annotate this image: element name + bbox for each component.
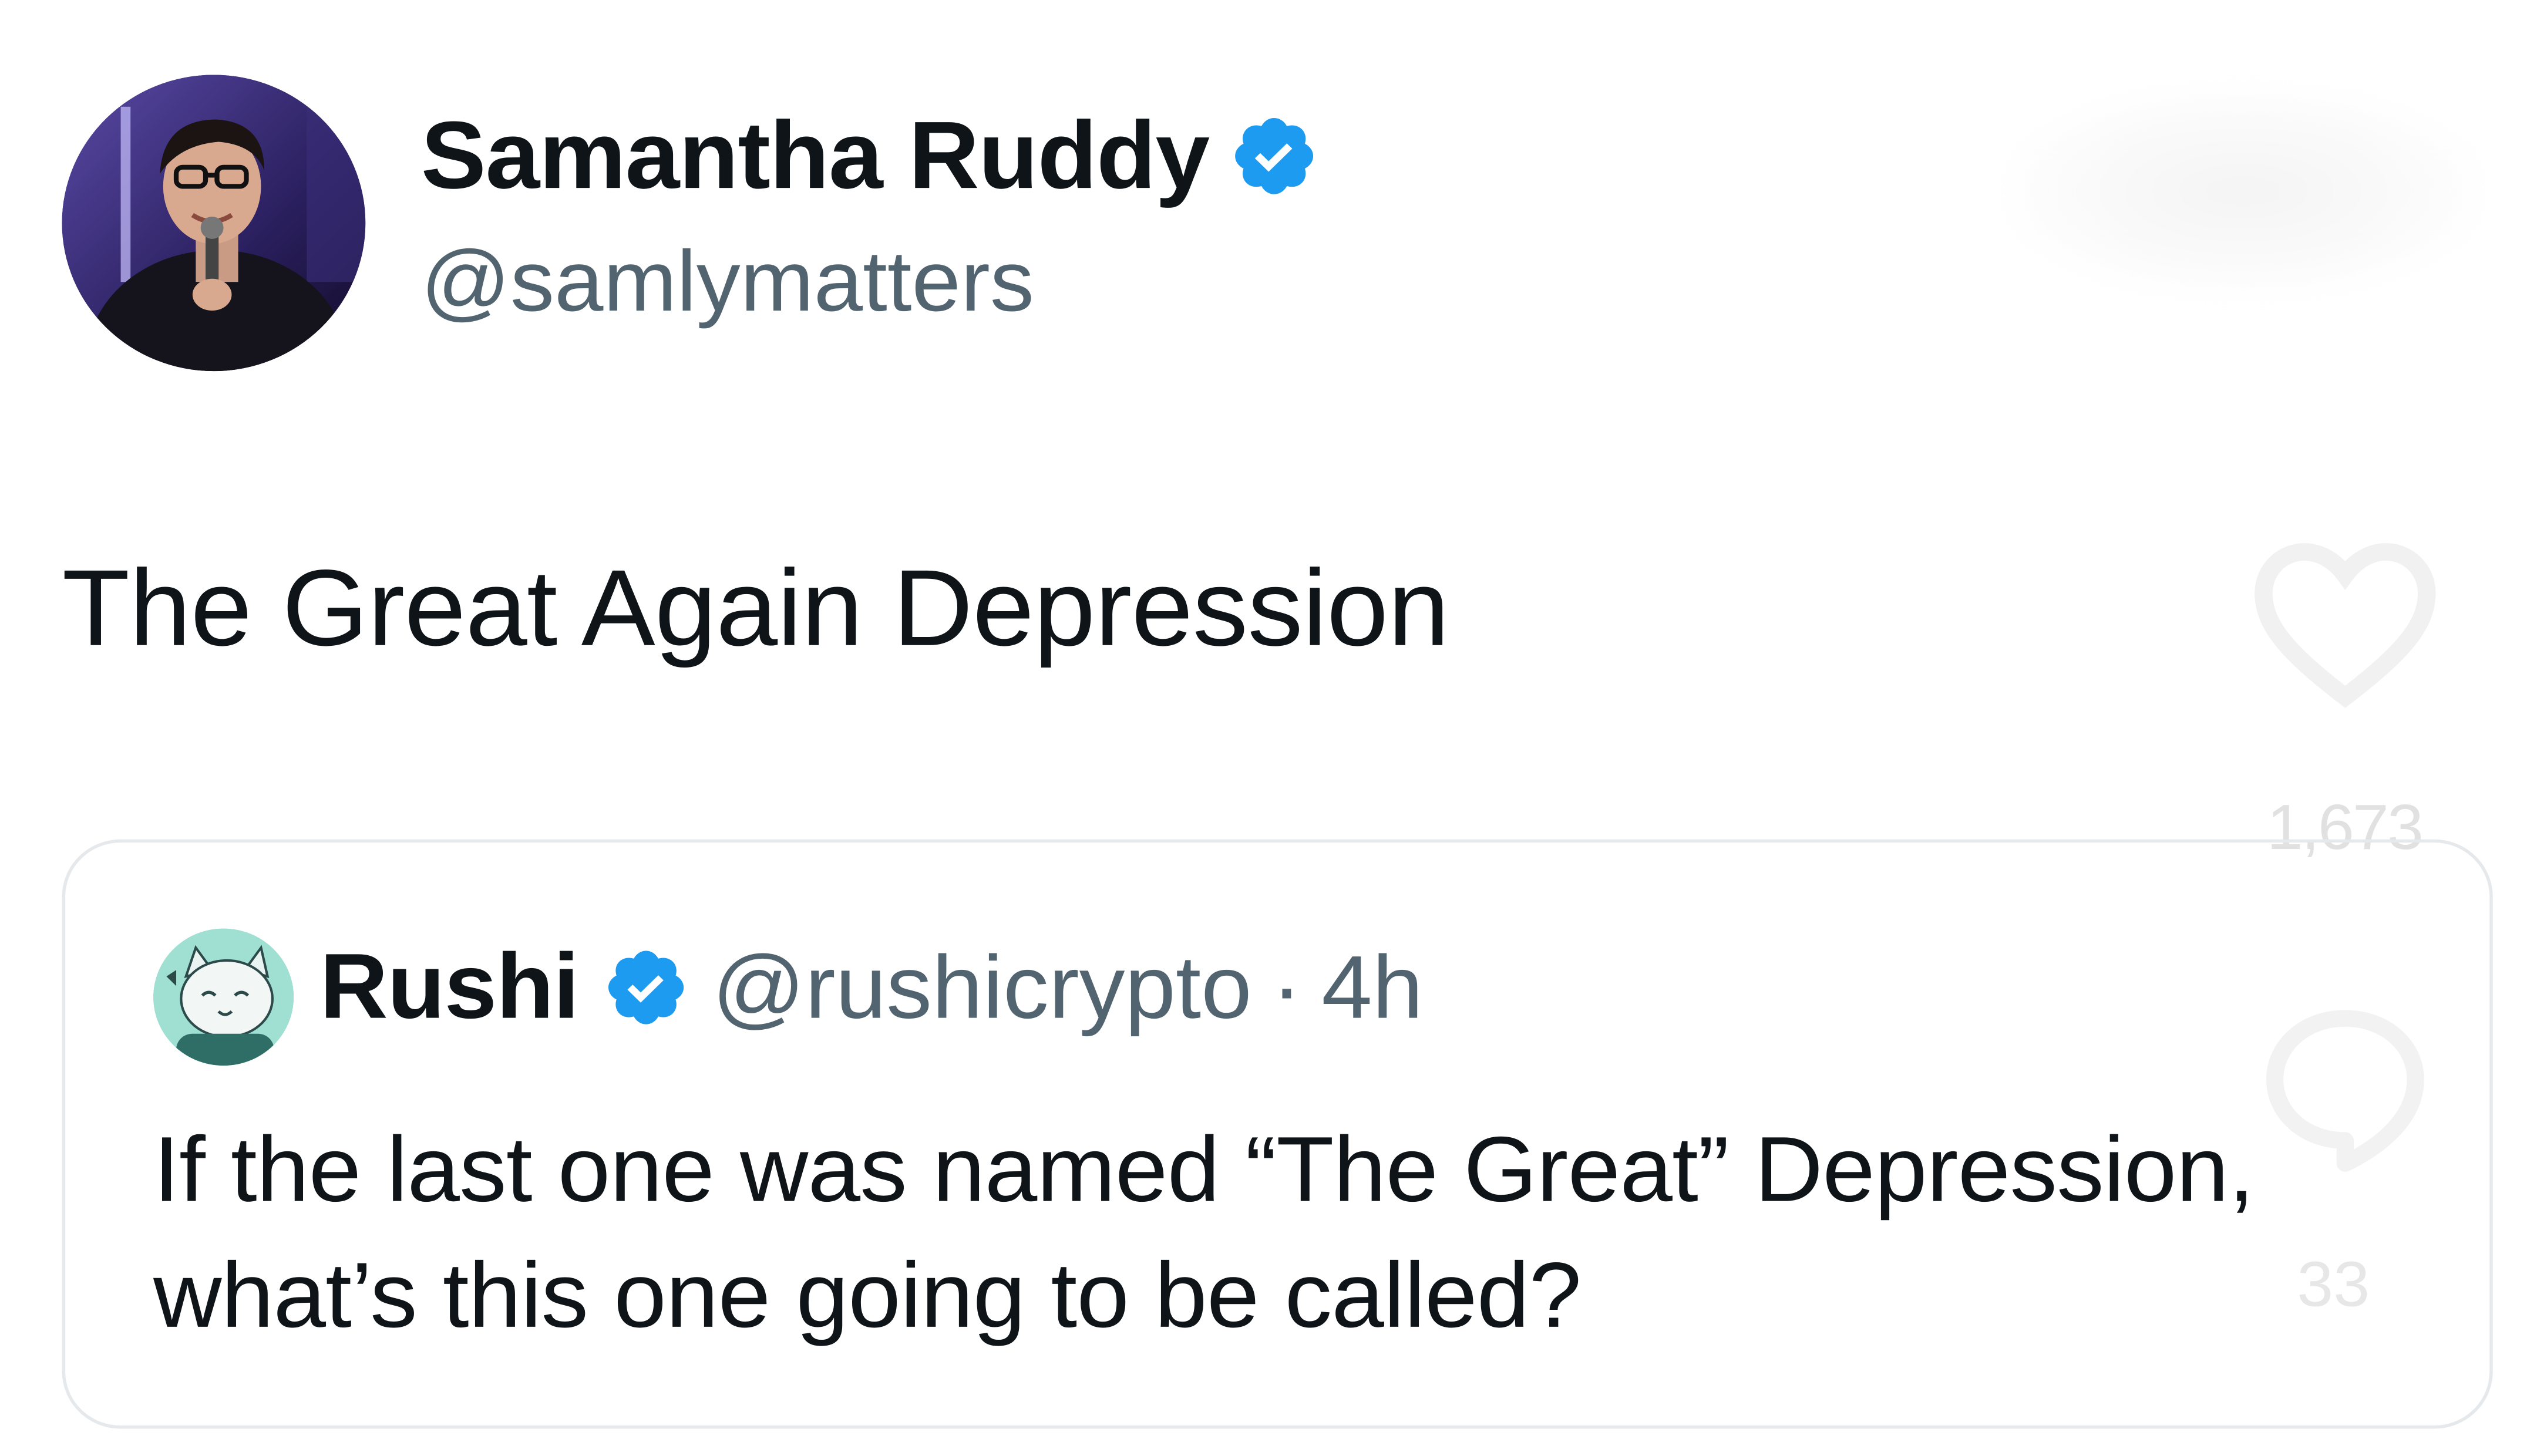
quoted-author-avatar[interactable] [153, 928, 294, 1066]
cartoon-cat-avatar-icon [153, 928, 294, 1066]
author-handle[interactable]: @samlymatters [421, 239, 1034, 325]
author-name-row: Samantha Ruddy [421, 107, 1320, 204]
quoted-tweet-card[interactable]: Rushi @rushicrypto · 4h If the last one … [62, 839, 2493, 1429]
verified-badge-icon [607, 951, 684, 1024]
quoted-tweet-timestamp[interactable]: 4h [1321, 942, 1423, 1032]
quoted-author-handle[interactable]: @rushicrypto [712, 942, 1252, 1032]
tweet-text: The Great Again Depression [62, 548, 1450, 669]
tweet-screenshot: Samantha Ruddy @samlymatters The Great A… [0, 0, 2537, 1456]
author-name[interactable]: Samantha Ruddy [421, 107, 1210, 204]
quoted-tweet-text: If the last one was named “The Great” De… [153, 1118, 2255, 1349]
verified-badge-icon [1235, 117, 1314, 194]
heart-icon[interactable] [2243, 534, 2447, 709]
author-avatar[interactable] [62, 75, 366, 372]
quoted-author-name[interactable]: Rushi [319, 941, 579, 1033]
separator-dot: · [1271, 936, 1302, 1037]
quoted-tweet-header: Rushi @rushicrypto · 4h [319, 941, 1423, 1033]
person-with-microphone-avatar-icon [62, 75, 366, 372]
blurred-region [2006, 87, 2480, 295]
